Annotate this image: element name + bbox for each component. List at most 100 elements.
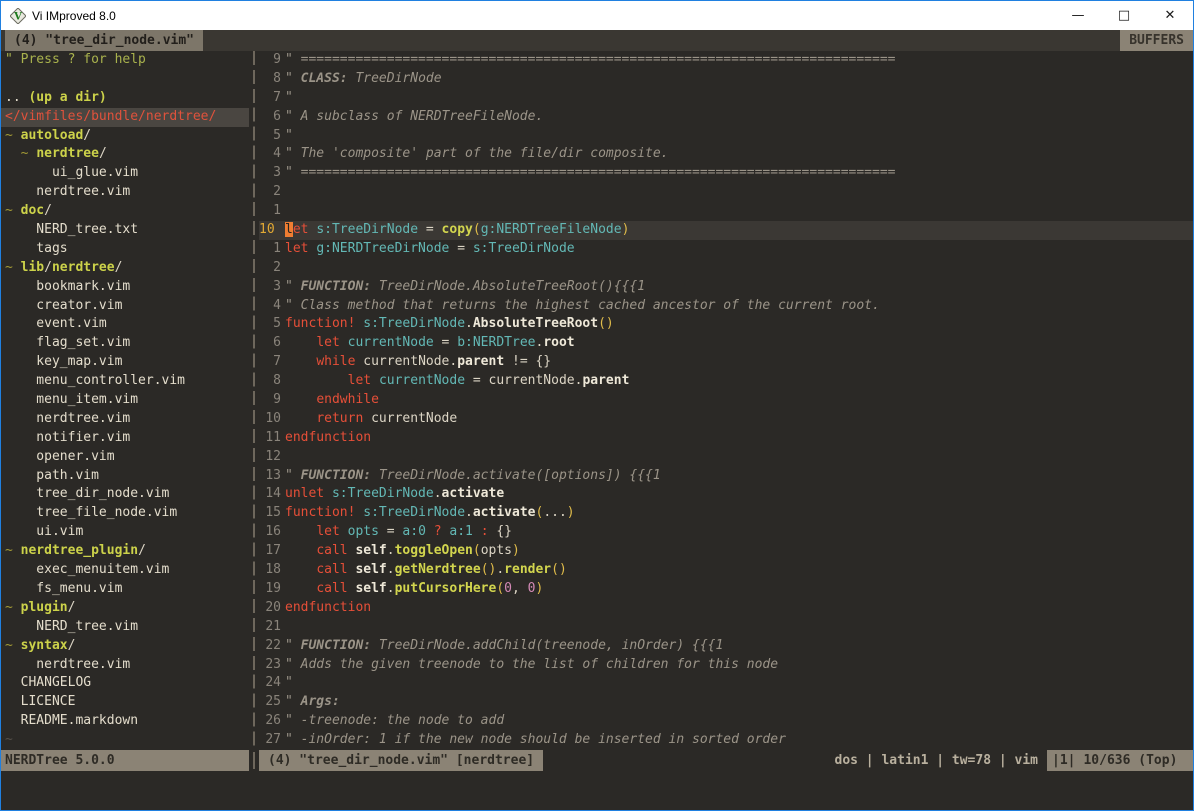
tree-item[interactable]: ~ syntax/ (1, 637, 249, 656)
tree-item[interactable]: ui.vim (1, 523, 249, 542)
line-number: 27 (259, 731, 281, 750)
tree-item[interactable]: CHANGELOG (1, 674, 249, 693)
line-number: 6 (259, 108, 281, 127)
tree-item[interactable]: menu_item.vim (1, 391, 249, 410)
vim-window: V Vi IMproved 8.0 — □ ✕ (4) "tree_dir_no… (0, 0, 1194, 811)
tree-item[interactable]: ~ doc/ (1, 202, 249, 221)
tree-item[interactable]: event.vim (1, 315, 249, 334)
line-number: 7 (259, 89, 281, 108)
code-line[interactable]: 6" A subclass of NERDTreeFileNode. (259, 108, 1193, 127)
code-line[interactable]: 8" CLASS: TreeDirNode (259, 70, 1193, 89)
code-line[interactable]: 8 let currentNode = currentNode.parent (259, 372, 1193, 391)
nerdtree-status: NERDTree 5.0.0 (1, 750, 249, 771)
tab-active[interactable]: (4) "tree_dir_node.vim" (5, 30, 203, 51)
code-line[interactable]: 23" Adds the given treenode to the list … (259, 656, 1193, 675)
tree-item[interactable]: " Press ? for help (1, 51, 249, 70)
code-line[interactable]: 25" Args: (259, 693, 1193, 712)
code-line[interactable]: 11endfunction (259, 429, 1193, 448)
maximize-icon[interactable]: □ (1101, 1, 1147, 30)
code-line[interactable]: 9" =====================================… (259, 51, 1193, 70)
code-line[interactable]: 10let s:TreeDirNode = copy(g:NERDTreeFil… (259, 221, 1193, 240)
code-line[interactable]: 10 return currentNode (259, 410, 1193, 429)
close-icon[interactable]: ✕ (1147, 1, 1193, 30)
tree-item[interactable]: tree_dir_node.vim (1, 485, 249, 504)
code-line[interactable]: 6 let currentNode = b:NERDTree.root (259, 334, 1193, 353)
code-line[interactable]: 16 let opts = a:0 ? a:1 : {} (259, 523, 1193, 542)
code-line[interactable]: 20endfunction (259, 599, 1193, 618)
code-line[interactable]: 7 while currentNode.parent != {} (259, 353, 1193, 372)
code-line[interactable]: 15function! s:TreeDirNode.activate(...) (259, 504, 1193, 523)
svg-text:V: V (13, 11, 22, 22)
code-line[interactable]: 19 call self.putCursorHere(0, 0) (259, 580, 1193, 599)
tree-item[interactable]: LICENCE (1, 693, 249, 712)
buffers-label[interactable]: BUFFERS (1120, 30, 1193, 51)
code-line[interactable]: 24" (259, 674, 1193, 693)
code-line[interactable]: 3" FUNCTION: TreeDirNode.AbsoluteTreeRoo… (259, 278, 1193, 297)
tree-item[interactable]: .. (up a dir) (1, 89, 249, 108)
statusbar-right-info: dos | latin1 | tw=78 | vim (543, 750, 1047, 771)
code-line[interactable]: 5function! s:TreeDirNode.AbsoluteTreeRoo… (259, 315, 1193, 334)
tree-item[interactable]: nerdtree.vim (1, 183, 249, 202)
window-separator[interactable] (249, 51, 259, 750)
code-line[interactable]: 13" FUNCTION: TreeDirNode.activate([opti… (259, 467, 1193, 486)
tree-item[interactable]: menu_controller.vim (1, 372, 249, 391)
code-line[interactable]: 4" The 'composite' part of the file/dir … (259, 145, 1193, 164)
line-number: 23 (259, 656, 281, 675)
tree-item[interactable]: NERD_tree.vim (1, 618, 249, 637)
tree-item[interactable]: </vimfiles/bundle/nerdtree/ (1, 108, 249, 127)
tree-item[interactable]: bookmark.vim (1, 278, 249, 297)
tree-item[interactable]: nerdtree.vim (1, 410, 249, 429)
code-line[interactable]: 27" -inOrder: 1 if the new node should b… (259, 731, 1193, 750)
line-number: 15 (259, 504, 281, 523)
code-line[interactable]: 2 (259, 259, 1193, 278)
code-line[interactable]: 22" FUNCTION: TreeDirNode.addChild(treen… (259, 637, 1193, 656)
code-line[interactable]: 18 call self.getNerdtree().render() (259, 561, 1193, 580)
tree-item[interactable]: creator.vim (1, 297, 249, 316)
tree-item[interactable] (1, 70, 249, 89)
tree-item[interactable]: README.markdown (1, 712, 249, 731)
line-number: 25 (259, 693, 281, 712)
line-number: 13 (259, 467, 281, 486)
command-line[interactable] (1, 771, 1193, 810)
tree-item[interactable]: path.vim (1, 467, 249, 486)
code-line[interactable]: 26" -treenode: the node to add (259, 712, 1193, 731)
tree-item[interactable]: key_map.vim (1, 353, 249, 372)
tree-item[interactable]: exec_menuitem.vim (1, 561, 249, 580)
code-line[interactable]: 17 call self.toggleOpen(opts) (259, 542, 1193, 561)
tree-item[interactable]: nerdtree.vim (1, 656, 249, 675)
tree-item[interactable]: ~ nerdtree_plugin/ (1, 542, 249, 561)
line-number: 10 (259, 221, 281, 240)
tree-item[interactable]: tree_file_node.vim (1, 504, 249, 523)
tree-item[interactable]: opener.vim (1, 448, 249, 467)
tree-item[interactable]: ~ plugin/ (1, 599, 249, 618)
line-number: 7 (259, 353, 281, 372)
code-line[interactable]: 14unlet s:TreeDirNode.activate (259, 485, 1193, 504)
tabbar-fill (203, 30, 1120, 51)
tree-item[interactable]: ui_glue.vim (1, 164, 249, 183)
code-line[interactable]: 1 (259, 202, 1193, 221)
code-line[interactable]: 7" (259, 89, 1193, 108)
code-line[interactable]: 1let g:NERDTreeDirNode = s:TreeDirNode (259, 240, 1193, 259)
tree-item[interactable]: ~ (1, 731, 249, 750)
tree-item[interactable]: NERD_tree.txt (1, 221, 249, 240)
line-number: 8 (259, 372, 281, 391)
line-number: 11 (259, 429, 281, 448)
code-line[interactable]: 12 (259, 448, 1193, 467)
code-line[interactable]: 4" Class method that returns the highest… (259, 297, 1193, 316)
tree-item[interactable]: fs_menu.vim (1, 580, 249, 599)
code-line[interactable]: 5" (259, 127, 1193, 146)
tree-item[interactable]: ~ nerdtree/ (1, 145, 249, 164)
line-number: 5 (259, 127, 281, 146)
line-number: 2 (259, 183, 281, 202)
tree-item[interactable]: flag_set.vim (1, 334, 249, 353)
code-line[interactable]: 21 (259, 618, 1193, 637)
code-line[interactable]: 2 (259, 183, 1193, 202)
tree-item[interactable]: tags (1, 240, 249, 259)
code-line[interactable]: 3" =====================================… (259, 164, 1193, 183)
buffer-status: (4) "tree_dir_node.vim" [nerdtree] (259, 750, 543, 771)
code-line[interactable]: 9 endwhile (259, 391, 1193, 410)
tree-item[interactable]: ~ lib/nerdtree/ (1, 259, 249, 278)
minimize-icon[interactable]: — (1055, 1, 1101, 30)
tree-item[interactable]: notifier.vim (1, 429, 249, 448)
tree-item[interactable]: ~ autoload/ (1, 127, 249, 146)
